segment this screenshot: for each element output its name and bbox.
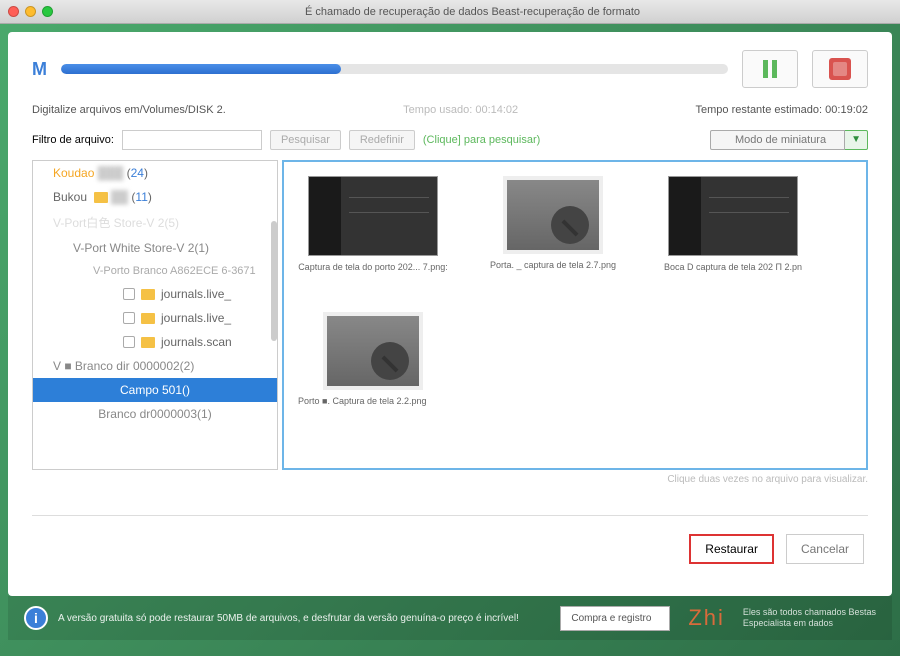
search-hint: (Clique] para pesquisar) — [423, 134, 540, 146]
info-row: Digitalize arquivos em/Volumes/DISK 2. T… — [32, 104, 868, 116]
folder-icon — [141, 313, 155, 324]
scan-path: Digitalize arquivos em/Volumes/DISK 2. — [32, 104, 226, 116]
thumbnail — [323, 312, 423, 390]
file-grid: Captura de tela do porto 202... 7.png: P… — [282, 160, 868, 470]
folder-icon — [94, 192, 108, 203]
minimize-icon[interactable] — [25, 6, 36, 17]
brand-tagline: Eles são todos chamados Bestas Especiali… — [743, 607, 876, 629]
tree-item[interactable]: journals.live_ — [33, 306, 277, 330]
folder-tree[interactable]: Koudao ███ (24) Bukou ██ (11) V-Port白色 S… — [32, 160, 278, 470]
footer: i A versão gratuita só pode restaurar 50… — [8, 596, 892, 640]
buy-register-button[interactable]: Compra e registro — [560, 606, 670, 631]
filter-row: Filtro de arquivo: Pesquisar Redefinir (… — [32, 130, 868, 150]
action-buttons: Restaurar Cancelar — [32, 534, 868, 564]
thumbnail — [503, 176, 603, 254]
file-item[interactable]: Captura de tela do porto 202... 7.png: — [298, 176, 448, 272]
file-name: Porto ■. Captura de tela 2.2.png — [298, 396, 448, 406]
reset-button[interactable]: Redefinir — [349, 130, 415, 150]
brand-logo: Zhi — [688, 605, 725, 631]
file-name: Captura de tela do porto 202... 7.png: — [298, 262, 448, 272]
file-name: Boca D captura de tela 202 П 2.pn — [658, 262, 808, 272]
tree-item[interactable]: journals.live_ — [33, 282, 277, 306]
filter-label: Filtro de arquivo: — [32, 134, 114, 146]
close-icon[interactable] — [8, 6, 19, 17]
footer-text: A versão gratuita só pode restaurar 50MB… — [58, 613, 550, 624]
progress-row: M — [32, 50, 868, 88]
checkbox[interactable] — [123, 312, 135, 324]
folder-icon — [141, 289, 155, 300]
file-item[interactable]: Porta. _ captura de tela 2.7.png — [478, 176, 628, 272]
cancel-button[interactable]: Cancelar — [786, 534, 864, 564]
divider — [32, 515, 868, 516]
tree-item[interactable]: Koudao ███ (24) — [33, 161, 277, 185]
filter-input[interactable] — [122, 130, 262, 150]
window-title: É chamado de recuperação de dados Beast-… — [53, 6, 892, 18]
tree-item-selected[interactable]: Campo 501() — [33, 378, 277, 402]
tree-item[interactable]: V-Porto Branco A862ECE 6-3671 — [33, 260, 277, 282]
thumbnail-mode-label: Modo de miniatura — [710, 130, 845, 150]
file-item[interactable]: Porto ■. Captura de tela 2.2.png — [298, 312, 448, 406]
thumbnail-mode-select[interactable]: Modo de miniatura ▼ — [710, 130, 868, 150]
folder-icon — [141, 337, 155, 348]
progress-bar — [61, 64, 728, 74]
file-name: Porta. _ captura de tela 2.7.png — [478, 260, 628, 270]
titlebar: É chamado de recuperação de dados Beast-… — [0, 0, 900, 24]
dropdown-arrow-icon[interactable]: ▼ — [845, 130, 868, 150]
tree-item[interactable]: journals.scan — [33, 330, 277, 354]
maximize-icon[interactable] — [42, 6, 53, 17]
info-icon: i — [24, 606, 48, 630]
time-remaining: Tempo restante estimado: 00:19:02 — [696, 104, 868, 116]
thumbnail — [668, 176, 798, 256]
stop-button[interactable] — [812, 50, 868, 88]
scrollbar[interactable] — [271, 221, 277, 341]
progress-letter: M — [32, 59, 47, 80]
restore-button[interactable]: Restaurar — [689, 534, 774, 564]
tree-item[interactable]: Branco dr0000003(1) — [33, 402, 277, 426]
thumbnail — [308, 176, 438, 256]
time-used: Tempo usado: 00:14:02 — [403, 104, 518, 116]
progress-fill — [61, 64, 341, 74]
tree-item[interactable]: Bukou ██ (11) — [33, 185, 277, 209]
tree-item[interactable]: V-Port白色 Store-V 2(5) — [33, 209, 277, 236]
traffic-lights — [8, 6, 53, 17]
search-button[interactable]: Pesquisar — [270, 130, 341, 150]
file-item[interactable]: Boca D captura de tela 202 П 2.pn — [658, 176, 808, 272]
tree-item[interactable]: V-Port White Store-V 2(1) — [33, 236, 277, 260]
pause-button[interactable] — [742, 50, 798, 88]
checkbox[interactable] — [123, 288, 135, 300]
tree-item[interactable]: V ■ Branco dir 0000002(2) — [33, 354, 277, 378]
checkbox[interactable] — [123, 336, 135, 348]
double-click-hint: Clique duas vezes no arquivo para visual… — [32, 474, 868, 485]
stop-icon — [829, 58, 851, 80]
pause-icon — [763, 60, 777, 78]
